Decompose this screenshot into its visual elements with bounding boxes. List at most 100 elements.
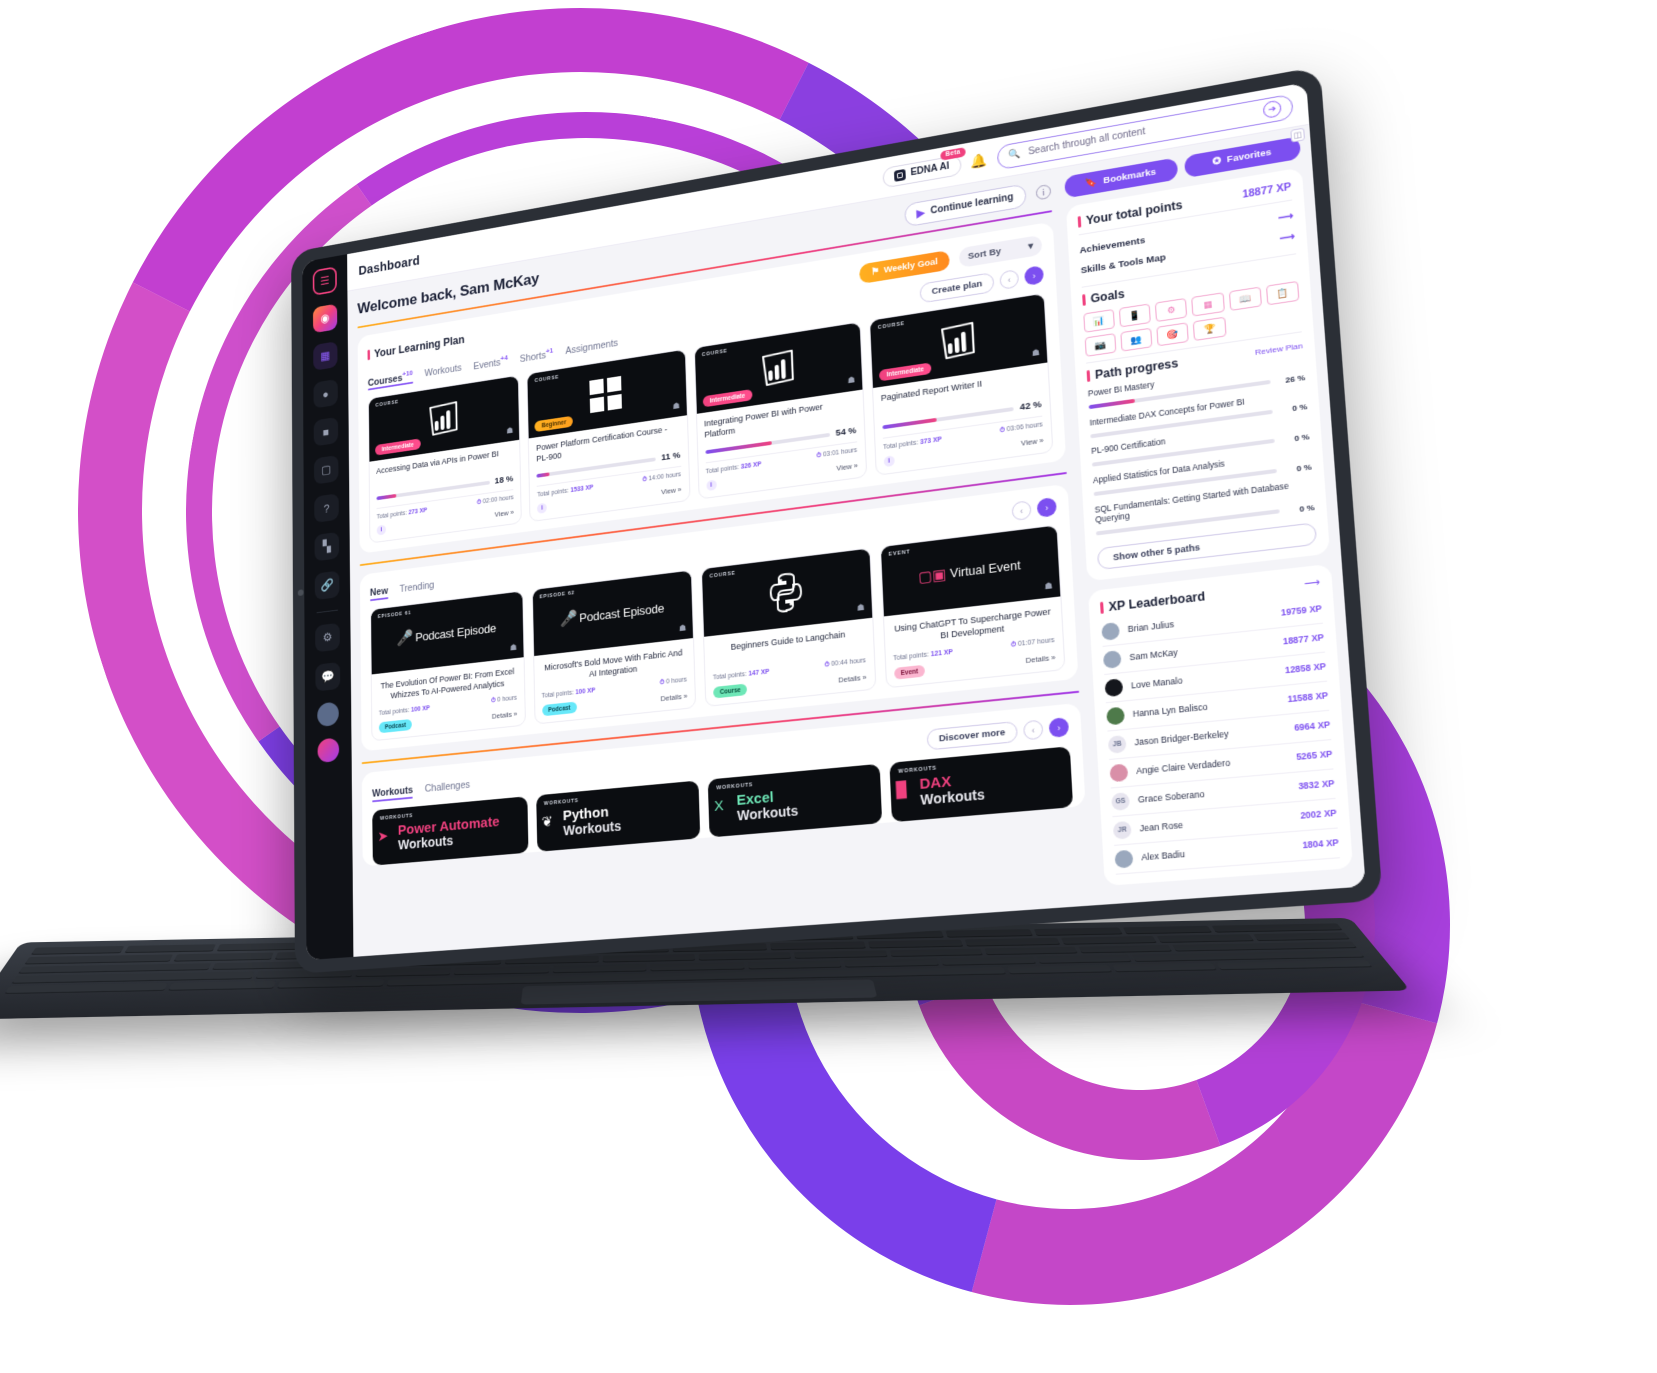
content-card[interactable]: EPISODE 61 🎤 Podcast Episode ☗ The Evolut… (370, 590, 525, 741)
key[interactable] (25, 954, 174, 964)
sidebar-item-analytics[interactable]: ▚ (314, 532, 339, 562)
key[interactable] (553, 964, 647, 973)
book-goal-icon[interactable]: 📖 (1229, 287, 1262, 311)
sidebar-item-help[interactable]: ? (314, 493, 339, 523)
chart-goal-icon[interactable]: 📊 (1083, 309, 1115, 333)
key[interactable] (699, 952, 792, 961)
sort-by-select[interactable]: Sort By ▾ (959, 235, 1043, 268)
details-link[interactable]: Details » (492, 709, 518, 720)
content-card[interactable]: EPISODE 62 🎤 Podcast Episode ☗ Microsoft'… (531, 570, 696, 725)
view-link[interactable]: View » (1021, 436, 1044, 448)
tab-workouts[interactable]: Workouts (424, 363, 461, 382)
course-card[interactable]: COURSE Intermediate ☗ Integrating Power … (693, 321, 867, 499)
workout-card[interactable]: WORKOUTS ❦ Python Workouts (536, 780, 701, 851)
tab-shorts[interactable]: Shorts+1 (520, 346, 554, 367)
key[interactable] (124, 944, 216, 953)
content-card[interactable]: COURSE ☗ Beginners Guide to Langchain To… (701, 548, 876, 707)
key[interactable] (168, 981, 276, 991)
right-panel-toggle-icon[interactable]: ◫ (1290, 128, 1305, 143)
gear-goal-icon[interactable]: ⚙ (1155, 298, 1188, 322)
next-button[interactable]: › (1037, 497, 1057, 518)
course-card[interactable]: COURSE Intermediate ☗ Paginated Report W… (869, 293, 1054, 476)
prev-button[interactable]: ‹ (1023, 720, 1043, 741)
key[interactable] (602, 954, 695, 963)
key[interactable] (1157, 934, 1254, 943)
key[interactable] (889, 948, 982, 957)
key[interactable] (1061, 936, 1157, 945)
info-icon[interactable]: i (377, 525, 386, 536)
hamburger-menu-icon[interactable]: ☰ (313, 266, 337, 296)
course-card[interactable]: COURSE Beginner ☗ Power Platform Certifi… (527, 349, 690, 522)
workout-card[interactable]: WORKOUTS █ DAX Workouts (889, 746, 1073, 822)
key[interactable] (844, 959, 939, 968)
sidebar-item-chat[interactable]: 💬 (315, 662, 340, 692)
details-link[interactable]: Details » (661, 691, 688, 702)
tab-courses[interactable]: Courses+10 (368, 368, 413, 390)
weekly-goal-button[interactable]: ⚑ Weekly Goal (859, 250, 950, 284)
tab-trending[interactable]: Trending (400, 580, 435, 598)
avatar[interactable] (317, 701, 339, 727)
sidebar-item-links[interactable]: 🔗 (315, 571, 340, 601)
key[interactable] (1123, 926, 1212, 934)
next-button[interactable]: › (1024, 265, 1044, 286)
brand-logo-icon[interactable]: ◉ (313, 304, 337, 334)
people-goal-icon[interactable]: 👥 (1120, 328, 1152, 352)
camera-goal-icon[interactable]: 📷 (1085, 333, 1117, 357)
tab-workouts-section[interactable]: Workouts (372, 785, 413, 803)
workout-card[interactable]: WORKOUTS ➤ Power Automate Workouts (372, 796, 528, 865)
key[interactable] (941, 957, 1036, 966)
prev-button[interactable]: ‹ (999, 269, 1019, 290)
tab-events[interactable]: Events+4 (473, 353, 508, 374)
key[interactable] (31, 946, 124, 955)
tab-assignments[interactable]: Assignments (565, 338, 618, 360)
discover-more-button[interactable]: Discover more (927, 721, 1018, 750)
info-icon[interactable]: i (537, 503, 547, 514)
create-plan-button[interactable]: Create plan (920, 272, 995, 303)
key[interactable] (212, 961, 309, 970)
key[interactable] (1253, 932, 1350, 941)
sidebar-item-library[interactable]: ■ (314, 417, 338, 447)
key[interactable] (174, 952, 273, 961)
info-icon[interactable]: i (883, 455, 894, 467)
key[interactable] (964, 938, 1060, 947)
trophy-goal-icon[interactable]: 🏆 (1193, 317, 1226, 341)
puzzle-icon[interactable]: ☗ (857, 602, 865, 613)
bell-icon[interactable]: 🔔 (970, 152, 988, 171)
puzzle-icon[interactable]: ☗ (679, 623, 687, 634)
workout-card[interactable]: WORKOUTS X Excel Workouts (708, 764, 882, 838)
sidebar-item-settings[interactable]: ⚙ (315, 623, 340, 653)
key[interactable] (355, 968, 451, 977)
key[interactable] (1112, 963, 1217, 972)
edna-ai-button[interactable]: EDNA AI Beta (883, 154, 962, 188)
target-goal-icon[interactable]: 🎯 (1157, 322, 1190, 346)
key[interactable] (868, 939, 963, 948)
details-link[interactable]: Details » (838, 672, 867, 684)
puzzle-icon[interactable]: ☗ (506, 425, 513, 436)
details-link[interactable]: Details » (1025, 652, 1055, 664)
puzzle-icon[interactable]: ☗ (847, 375, 855, 386)
puzzle-icon[interactable]: ☗ (510, 642, 517, 653)
sidebar-item-courses[interactable]: ▢ (314, 455, 339, 485)
key[interactable] (651, 962, 745, 971)
tab-challenges[interactable]: Challenges (425, 779, 470, 797)
key[interactable] (1037, 955, 1132, 964)
puzzle-icon[interactable]: ☗ (1031, 347, 1040, 359)
key[interactable] (277, 979, 384, 989)
key[interactable] (770, 941, 865, 950)
view-link[interactable]: View » (495, 508, 514, 519)
puzzle-icon[interactable]: ☗ (1044, 580, 1053, 592)
info-icon[interactable]: i (706, 480, 716, 492)
key[interactable] (794, 950, 887, 959)
key[interactable] (255, 970, 353, 979)
key[interactable] (1034, 927, 1122, 935)
tab-new[interactable]: New (370, 586, 388, 602)
next-button[interactable]: › (1049, 717, 1070, 738)
key[interactable] (1211, 923, 1342, 932)
view-link[interactable]: View » (661, 485, 682, 496)
key[interactable] (748, 960, 842, 969)
mobile-goal-icon[interactable]: 📱 (1119, 303, 1151, 327)
key[interactable] (945, 929, 1033, 937)
review-plan-link[interactable]: Review Plan (1255, 341, 1303, 357)
prev-button[interactable]: ‹ (1012, 500, 1032, 521)
view-link[interactable]: View » (836, 461, 858, 472)
